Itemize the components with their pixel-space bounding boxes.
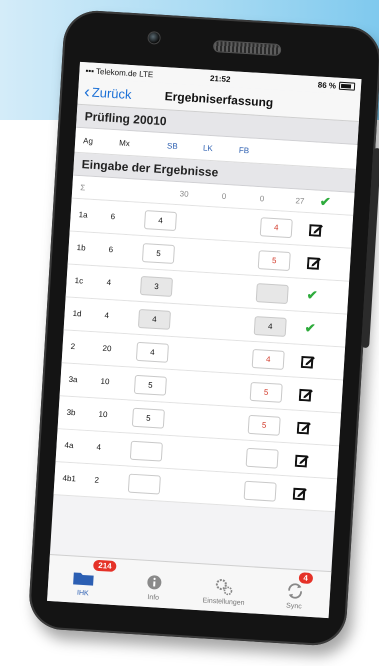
row-label: 1b [76, 243, 86, 253]
lk-input[interactable]: 5 [249, 381, 283, 403]
battery-icon [338, 81, 356, 91]
edit-icon[interactable] [308, 221, 325, 238]
lk-input[interactable]: 4 [259, 217, 293, 239]
sb-input[interactable]: 4 [135, 341, 169, 363]
row-label: 4b1 [62, 473, 77, 484]
folder-icon [72, 568, 95, 587]
sb-input[interactable]: 4 [143, 210, 178, 232]
checkmark-icon: ✔ [319, 193, 332, 210]
tab-einstellungen-label: Einstellungen [202, 597, 245, 607]
sb-input[interactable] [127, 473, 161, 495]
edit-icon[interactable] [300, 353, 317, 370]
sum-value-2: 0 [221, 191, 227, 201]
row-max: 4 [104, 310, 110, 321]
tab-einstellungen[interactable]: Einstellungen [188, 564, 261, 614]
sb-input[interactable]: 4 [137, 308, 171, 330]
lk-input[interactable]: 5 [257, 250, 291, 272]
lk-input[interactable]: 4 [251, 348, 285, 370]
column-mx: Mx [118, 137, 131, 148]
lk-input[interactable] [243, 480, 277, 502]
row-max: 4 [96, 442, 102, 452]
tab-ihk-label: IHK [76, 589, 89, 598]
tab-info[interactable]: Info [117, 559, 190, 609]
battery-status: 86 % [265, 77, 356, 91]
gear-icon [213, 577, 236, 596]
carrier-signal: ▪▪▪ Telekom.de LTE [85, 66, 175, 80]
row-max: 10 [100, 376, 110, 387]
sb-input[interactable]: 5 [131, 407, 165, 429]
sb-input[interactable]: 3 [139, 275, 173, 297]
app-screen: ▪▪▪ Telekom.de LTE 21:52 86 % ‹ Zurück E… [47, 61, 362, 619]
phone-device: ▪▪▪ Telekom.de LTE 21:52 86 % ‹ Zurück E… [27, 8, 379, 648]
row-max: 4 [106, 277, 112, 288]
checkmark-icon: ✔ [306, 287, 319, 303]
signal-icon: ▪▪▪ [85, 65, 97, 76]
info-icon [143, 573, 166, 592]
battery-percent: 86 % [317, 79, 337, 91]
column-fb[interactable]: FB [239, 145, 275, 156]
row-max: 20 [102, 343, 112, 354]
checkmark-icon: ✔ [304, 320, 317, 336]
status-time: 21:52 [209, 73, 231, 84]
tab-info-label: Info [147, 593, 160, 602]
sync-icon [283, 581, 306, 600]
row-label: 3b [66, 407, 76, 418]
lk-input[interactable]: 5 [247, 414, 281, 436]
back-label: Zurück [91, 84, 133, 102]
tab-ihk[interactable]: 214 IHK [47, 555, 120, 605]
row-label: 1c [74, 275, 84, 286]
sb-input[interactable] [129, 440, 163, 462]
edit-icon[interactable] [292, 485, 309, 502]
tab-sync[interactable]: 4 Sync [258, 568, 331, 618]
row-label: 3a [68, 374, 78, 385]
row-max: 6 [110, 212, 116, 222]
lk-input[interactable] [255, 283, 289, 304]
back-button[interactable]: ‹ Zurück [83, 81, 133, 103]
lk-input[interactable] [245, 447, 279, 469]
carrier-name: Telekom.de [95, 66, 138, 78]
network-type: LTE [138, 69, 154, 79]
column-lk[interactable]: LK [203, 143, 239, 154]
sum-value-lk: 27 [295, 195, 305, 206]
row-max: 10 [98, 409, 108, 420]
edit-icon[interactable] [306, 254, 323, 271]
column-sb[interactable]: SB [167, 141, 203, 152]
row-label: 1a [78, 210, 88, 220]
row-max: 6 [108, 244, 114, 255]
sum-value-3: 0 [259, 193, 265, 203]
chevron-left-icon: ‹ [83, 81, 91, 102]
sum-value-sb: 30 [179, 188, 189, 199]
edit-icon[interactable] [294, 452, 311, 469]
tab-sync-label: Sync [285, 602, 302, 611]
row-max: 2 [94, 475, 100, 485]
edit-icon[interactable] [296, 419, 313, 436]
edit-icon[interactable] [298, 386, 315, 403]
sum-symbol: Σ [80, 182, 86, 192]
sb-input[interactable]: 5 [133, 374, 167, 396]
ihk-badge: 214 [92, 559, 117, 573]
row-label: 1d [72, 308, 82, 319]
lk-input[interactable]: 4 [253, 316, 287, 337]
row-label: 4a [64, 440, 74, 451]
column-ag: Ag [82, 135, 94, 146]
sb-input[interactable]: 5 [141, 243, 176, 264]
row-label: 2 [70, 341, 76, 352]
sync-badge: 4 [298, 572, 314, 585]
